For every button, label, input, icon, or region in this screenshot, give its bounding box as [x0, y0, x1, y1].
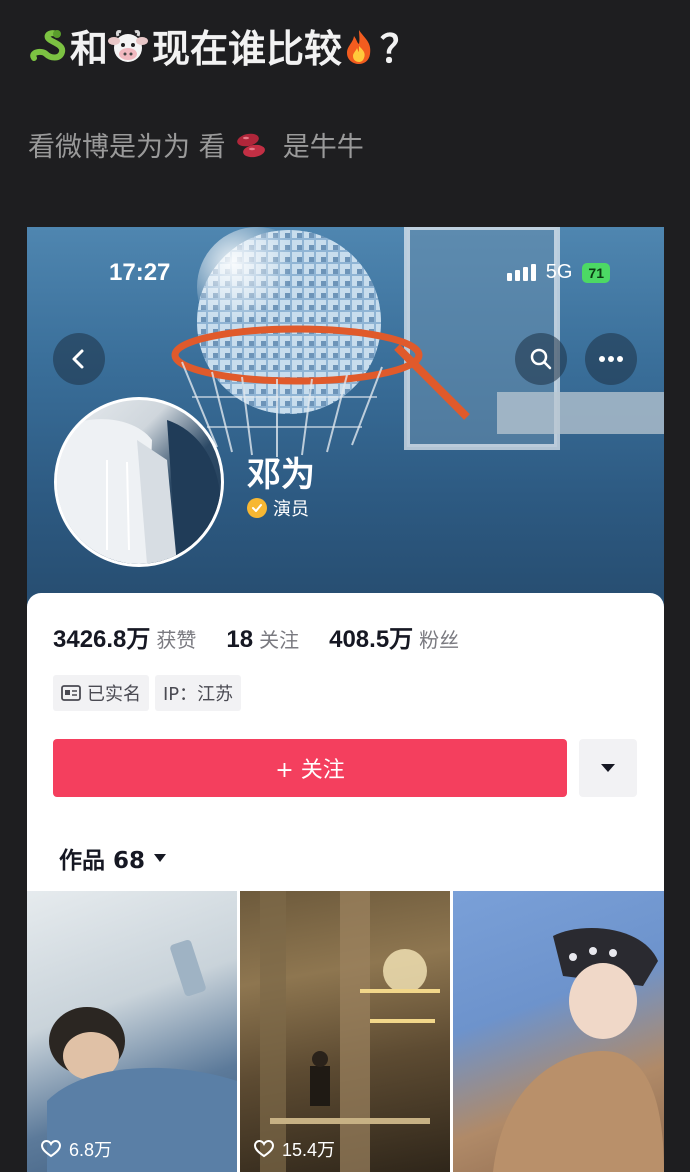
video-grid: 6.8万 15.4万 [27, 891, 664, 1172]
profile-screenshot: 17:27 5G 71 邓为 演员 3426.8万 获赞 18 关注 408.5… [27, 227, 664, 1172]
followers-label[interactable]: 粉丝 [419, 624, 459, 653]
avatar-image [57, 419, 221, 564]
network-type: 5G [545, 261, 573, 283]
likes-label: 获赞 [156, 628, 197, 652]
verified-badge-icon [247, 498, 267, 518]
video-thumbnail[interactable]: 15.4万 [240, 891, 450, 1172]
signal-strength-icon [506, 264, 536, 281]
id-card-icon [61, 685, 81, 701]
profile-banner: 17:27 5G 71 邓为 演员 [27, 227, 664, 612]
likes-overlay: 6.8万 [41, 1136, 112, 1162]
search-icon [530, 348, 552, 370]
follow-button[interactable]: + 关注 [53, 739, 567, 797]
post-body-part-1: 看微博是为为 看 [28, 132, 226, 163]
more-dropdown-button[interactable] [579, 739, 637, 797]
post-body-part-2: 是牛牛 [282, 132, 364, 163]
status-time: 17:27 [109, 259, 171, 286]
battery-indicator: 71 [582, 262, 610, 283]
post-title-part-2: 现在谁比较 [152, 27, 343, 71]
post-title-part-1: 和 [70, 27, 109, 71]
following-count[interactable]: 18 [226, 626, 253, 654]
likes-count-text: 6.8万 [69, 1140, 113, 1160]
video-image [260, 891, 440, 1172]
works-tab[interactable]: 作品 68 [59, 841, 167, 875]
works-label: 作品 68 [59, 848, 146, 874]
more-dots-icon [599, 356, 623, 362]
beans-emoji-icon [234, 130, 270, 174]
video-thumbnail[interactable]: 6.8万 [27, 891, 237, 1172]
avatar[interactable] [54, 397, 224, 567]
status-icons: 5G 71 [506, 261, 610, 284]
cow-face-emoji-icon [108, 26, 149, 80]
more-options-button[interactable] [585, 333, 637, 385]
ip-location-text: IP：江苏 [163, 684, 234, 705]
post-title-part-3: ？ [380, 27, 419, 71]
profile-stats: 3426.8万 获赞 18 关注 408.5万 粉丝 [53, 619, 489, 654]
post-body: 看微博是为为 看 是牛牛 [28, 126, 364, 174]
ip-location-tag: IP：江苏 [155, 675, 242, 711]
fire-emoji-icon [342, 26, 376, 80]
likes-count: 3426.8万 [53, 626, 151, 653]
followers-count[interactable]: 408.5万 [329, 619, 413, 654]
video-image [47, 939, 237, 1172]
real-name-tag: 已实名 [53, 675, 149, 711]
caret-down-icon [601, 764, 615, 772]
snake-emoji-icon [28, 26, 66, 80]
caret-down-icon [154, 854, 167, 862]
verification-label: 演员 [273, 499, 309, 520]
heart-outline-icon [254, 1140, 274, 1158]
profile-name: 邓为 [247, 455, 315, 495]
video-image [493, 928, 664, 1172]
post-title: 和 现在谁比较 ？ [28, 22, 418, 80]
likes-count-text: 15.4万 [282, 1140, 336, 1160]
back-button[interactable] [53, 333, 105, 385]
weibo-post: 和 现在谁比较 ？ 看微博是为为 看 是牛牛 17:27 5G 71 邓为 演员… [0, 0, 690, 1172]
likes-overlay: 15.4万 [254, 1136, 335, 1162]
heart-outline-icon [41, 1140, 61, 1158]
chevron-left-icon [72, 349, 84, 369]
real-name-text: 已实名 [87, 684, 141, 705]
video-thumbnail[interactable] [453, 891, 664, 1172]
following-label[interactable]: 关注 [259, 624, 299, 653]
verification: 演员 [247, 495, 309, 521]
profile-card: 3426.8万 获赞 18 关注 408.5万 粉丝 已实名 IP：江苏 + 关… [27, 593, 664, 1172]
profile-tags: 已实名 IP：江苏 [53, 675, 242, 711]
search-button[interactable] [515, 333, 567, 385]
